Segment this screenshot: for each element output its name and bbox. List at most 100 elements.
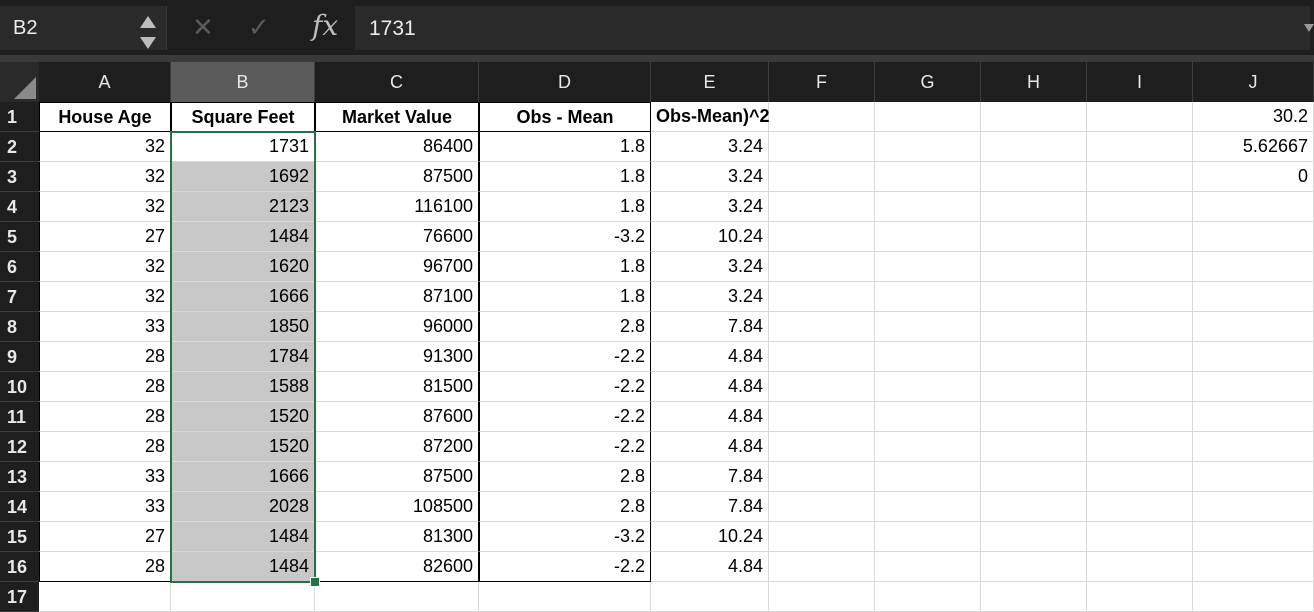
checkmark-icon[interactable]: ✓	[248, 12, 270, 42]
cell-c11[interactable]: 87600	[315, 402, 479, 432]
cell-b14[interactable]: 2028	[171, 492, 315, 522]
cell-i6[interactable]	[1087, 252, 1193, 282]
cell-g10[interactable]	[875, 372, 981, 402]
cell-d14[interactable]: 2.8	[479, 492, 651, 522]
cell-i13[interactable]	[1087, 462, 1193, 492]
row-header-13[interactable]: 13	[0, 462, 39, 492]
cell-g14[interactable]	[875, 492, 981, 522]
column-header-c[interactable]: C	[315, 62, 479, 102]
cell-h10[interactable]	[981, 372, 1087, 402]
cell-g5[interactable]	[875, 222, 981, 252]
cell-i10[interactable]	[1087, 372, 1193, 402]
cell-e3[interactable]: 3.24	[651, 162, 769, 192]
cell-d10[interactable]: -2.2	[479, 372, 651, 402]
cell-d15[interactable]: -3.2	[479, 522, 651, 552]
cell-i15[interactable]	[1087, 522, 1193, 552]
cell-j16[interactable]	[1193, 552, 1314, 582]
name-box[interactable]: B2	[0, 6, 167, 50]
cell-e8[interactable]: 7.84	[651, 312, 769, 342]
row-header-16[interactable]: 16	[0, 552, 39, 582]
cell-j15[interactable]	[1193, 522, 1314, 552]
cell-e4[interactable]: 3.24	[651, 192, 769, 222]
cell-d3[interactable]: 1.8	[479, 162, 651, 192]
cell-h8[interactable]	[981, 312, 1087, 342]
cell-g8[interactable]	[875, 312, 981, 342]
cell-i14[interactable]	[1087, 492, 1193, 522]
cell-j8[interactable]	[1193, 312, 1314, 342]
row-header-14[interactable]: 14	[0, 492, 39, 522]
row-header-8[interactable]: 8	[0, 312, 39, 342]
cell-h9[interactable]	[981, 342, 1087, 372]
row-header-15[interactable]: 15	[0, 522, 39, 552]
cell-c2[interactable]: 86400	[315, 132, 479, 162]
cell-d9[interactable]: -2.2	[479, 342, 651, 372]
cell-a14[interactable]: 33	[39, 492, 171, 522]
cell-i12[interactable]	[1087, 432, 1193, 462]
cell-b15[interactable]: 1484	[171, 522, 315, 552]
row-header-2[interactable]: 2	[0, 132, 39, 162]
cell-e9[interactable]: 4.84	[651, 342, 769, 372]
cell-h14[interactable]	[981, 492, 1087, 522]
cell-j14[interactable]	[1193, 492, 1314, 522]
cell-c7[interactable]: 87100	[315, 282, 479, 312]
cell-i4[interactable]	[1087, 192, 1193, 222]
cell-g4[interactable]	[875, 192, 981, 222]
cell-i2[interactable]	[1087, 132, 1193, 162]
cell-b11[interactable]: 1520	[171, 402, 315, 432]
cell-e12[interactable]: 4.84	[651, 432, 769, 462]
name-box-stepper[interactable]	[138, 15, 158, 53]
close-icon[interactable]: ✕	[192, 12, 214, 42]
row-header-5[interactable]: 5	[0, 222, 39, 252]
cell-f11[interactable]	[769, 402, 875, 432]
cell-d16[interactable]: -2.2	[479, 552, 651, 582]
cell-f8[interactable]	[769, 312, 875, 342]
chevron-up-icon[interactable]	[140, 16, 156, 28]
cell-c4[interactable]: 116100	[315, 192, 479, 222]
select-all-button[interactable]	[0, 62, 39, 102]
cell-b12[interactable]: 1520	[171, 432, 315, 462]
cell-e10[interactable]: 4.84	[651, 372, 769, 402]
cell-j11[interactable]	[1193, 402, 1314, 432]
column-header-d[interactable]: D	[479, 62, 651, 102]
formula-input[interactable]: 1731	[355, 6, 1310, 50]
cell-a1[interactable]: House Age	[39, 102, 171, 132]
cell-j17[interactable]	[1193, 582, 1314, 612]
cell-f2[interactable]	[769, 132, 875, 162]
cell-b5[interactable]: 1484	[171, 222, 315, 252]
cell-h6[interactable]	[981, 252, 1087, 282]
column-header-j[interactable]: J	[1193, 62, 1314, 102]
cell-j9[interactable]	[1193, 342, 1314, 372]
cell-g15[interactable]	[875, 522, 981, 552]
cell-a17[interactable]	[39, 582, 171, 612]
cell-h1[interactable]	[981, 102, 1087, 132]
cell-f9[interactable]	[769, 342, 875, 372]
cell-f15[interactable]	[769, 522, 875, 552]
row-header-11[interactable]: 11	[0, 402, 39, 432]
cell-f12[interactable]	[769, 432, 875, 462]
cell-b13[interactable]: 1666	[171, 462, 315, 492]
cell-b8[interactable]: 1850	[171, 312, 315, 342]
cell-b3[interactable]: 1692	[171, 162, 315, 192]
cell-d13[interactable]: 2.8	[479, 462, 651, 492]
cell-g13[interactable]	[875, 462, 981, 492]
cell-f3[interactable]	[769, 162, 875, 192]
cell-a4[interactable]: 32	[39, 192, 171, 222]
cell-a10[interactable]: 28	[39, 372, 171, 402]
cell-c3[interactable]: 87500	[315, 162, 479, 192]
cell-f5[interactable]	[769, 222, 875, 252]
cell-i7[interactable]	[1087, 282, 1193, 312]
cell-j2[interactable]: 5.62667	[1193, 132, 1314, 162]
cell-b4[interactable]: 2123	[171, 192, 315, 222]
cell-h11[interactable]	[981, 402, 1087, 432]
cell-e5[interactable]: 10.24	[651, 222, 769, 252]
cell-e7[interactable]: 3.24	[651, 282, 769, 312]
column-header-g[interactable]: G	[875, 62, 981, 102]
cell-a8[interactable]: 33	[39, 312, 171, 342]
cell-g3[interactable]	[875, 162, 981, 192]
cell-e14[interactable]: 7.84	[651, 492, 769, 522]
cell-f1[interactable]	[769, 102, 875, 132]
row-header-12[interactable]: 12	[0, 432, 39, 462]
cell-b9[interactable]: 1784	[171, 342, 315, 372]
cell-g1[interactable]	[875, 102, 981, 132]
cell-g17[interactable]	[875, 582, 981, 612]
